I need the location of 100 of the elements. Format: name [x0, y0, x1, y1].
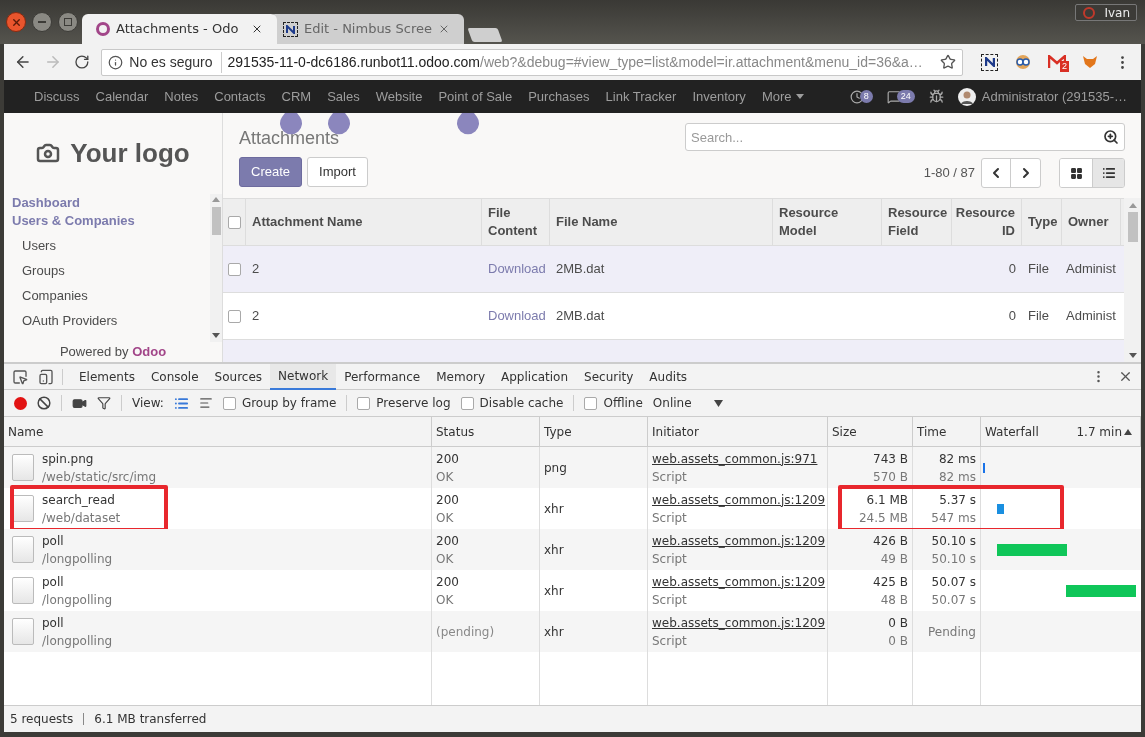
- devtools-tab[interactable]: Memory: [428, 363, 493, 390]
- request-row[interactable]: poll /longpolling (pending) xhr web.assets_common.js:1209 Script 0 B 0 B Pending: [4, 611, 1141, 652]
- more-menu[interactable]: More: [753, 86, 812, 107]
- request-row[interactable]: poll /longpolling 200 OK xhr web.assets_common.js:1209 Script 426 B 49 B 50.10 s 50.10 s: [4, 529, 1141, 570]
- sidebar-section[interactable]: Dashboard: [12, 193, 210, 212]
- initiator-type: Script: [652, 550, 688, 568]
- initiator-type: Script: [652, 632, 688, 650]
- transfer-size: 425 B: [873, 573, 908, 591]
- request-time: 5.37 s: [939, 491, 976, 509]
- download-link[interactable]: Download: [488, 259, 546, 279]
- option-label[interactable]: Group by frame: [241, 394, 337, 412]
- latency: 82 ms: [938, 468, 976, 486]
- import-button[interactable]: Import: [307, 157, 368, 187]
- status-text: OK: [436, 509, 455, 527]
- transfer-size: 0 B: [888, 614, 908, 632]
- browser-tab[interactable]: Attachments - Odo: [82, 14, 277, 44]
- devtools-tab[interactable]: Performance: [336, 363, 429, 390]
- option-label[interactable]: Offline: [603, 394, 643, 412]
- column-header[interactable]: Type: [1022, 199, 1062, 245]
- devtools-tab[interactable]: Security: [576, 363, 642, 390]
- sort-label[interactable]: 1.7 min: [1076, 422, 1132, 441]
- devtools-tab[interactable]: Elements: [71, 363, 143, 390]
- app-menu-item[interactable]: Sales: [319, 86, 368, 107]
- download-link[interactable]: Download: [488, 306, 546, 326]
- column-header[interactable]: Size: [832, 422, 857, 441]
- initiator-link[interactable]: web.assets_common.js:971: [652, 449, 823, 468]
- column-header[interactable]: File Content: [482, 199, 550, 245]
- app-menu-item[interactable]: Website: [367, 86, 431, 107]
- column-header[interactable]: Attachment Name: [246, 199, 482, 245]
- request-name[interactable]: search_read: [42, 490, 121, 509]
- request-type: xhr: [544, 541, 564, 559]
- column-header[interactable]: Status: [436, 422, 475, 441]
- devtools-tab[interactable]: Application: [493, 363, 577, 390]
- column-header[interactable]: Owner: [1062, 199, 1121, 245]
- table-cell-text: 2MB.dat: [556, 260, 605, 279]
- column-header[interactable]: Resource ID: [952, 199, 1022, 245]
- app-menu-item[interactable]: Point of Sale: [430, 86, 521, 107]
- request-name[interactable]: poll: [42, 572, 113, 591]
- devtools-tab[interactable]: Audits: [641, 363, 696, 390]
- security-label[interactable]: No es seguro: [129, 51, 222, 73]
- app-menu-item[interactable]: Contacts: [206, 86, 274, 107]
- latency: 50.07 s: [931, 591, 976, 609]
- throttle-select[interactable]: Online: [652, 394, 723, 412]
- latency: 547 ms: [931, 509, 976, 527]
- initiator-type: Script: [652, 509, 688, 527]
- search-field[interactable]: Search...: [685, 123, 1125, 151]
- company-logo[interactable]: Your logo: [24, 127, 202, 179]
- option-label[interactable]: Disable cache: [479, 394, 564, 412]
- status-code: 200: [436, 491, 460, 509]
- app-menu-item[interactable]: Calendar: [87, 86, 157, 107]
- column-header[interactable]: Resource Field: [882, 199, 952, 245]
- notification-badge: 2: [1060, 61, 1069, 72]
- sidebar-item[interactable]: Companies: [12, 282, 210, 308]
- app-menu-item[interactable]: Purchases: [520, 86, 598, 107]
- sidebar-item[interactable]: Groups: [12, 257, 210, 283]
- table-cell-text: 2: [252, 260, 260, 279]
- profile-button[interactable]: Ivan: [1075, 4, 1137, 21]
- request-name[interactable]: poll: [42, 531, 113, 550]
- initiator-link[interactable]: web.assets_common.js:1209: [652, 490, 823, 509]
- sidebar-section[interactable]: Users & Companies: [12, 211, 210, 230]
- request-name[interactable]: spin.png: [42, 449, 157, 468]
- column-header[interactable]: File Name: [550, 199, 773, 245]
- request-row[interactable]: spin.png /web/static/src/img 200 OK png web.assets_common.js:971 Script 743 B 570 B 82 ms 82 ms: [4, 447, 1141, 488]
- create-button[interactable]: Create: [239, 157, 303, 187]
- sidebar-item[interactable]: OAuth Providers: [12, 307, 210, 333]
- request-name[interactable]: poll: [42, 613, 113, 632]
- devtools-tab[interactable]: Console: [142, 363, 207, 390]
- app-menu-item[interactable]: CRM: [273, 86, 320, 107]
- devtools-tab[interactable]: Network: [270, 363, 337, 390]
- devtools-tab[interactable]: Sources: [206, 363, 271, 390]
- app-menu-item[interactable]: Discuss: [26, 86, 88, 107]
- transfer-size: 426 B: [873, 532, 908, 550]
- column-header[interactable]: Time: [917, 422, 947, 441]
- address-field[interactable]: No es seguro 291535-11-0-dc6186.runbot11.odoo.com/web?&debug=#view_type=list&model=ir.attachment&menu_id=36&a…: [101, 48, 963, 76]
- resource-size: 24.5 MB: [858, 509, 908, 527]
- column-header[interactable]: Waterfall: [985, 422, 1039, 441]
- initiator-link[interactable]: web.assets_common.js:1209: [652, 572, 823, 591]
- column-header[interactable]: Name: [8, 422, 44, 441]
- initiator-link[interactable]: web.assets_common.js:1209: [652, 613, 823, 632]
- request-time: 82 ms: [938, 450, 976, 468]
- table-cell-text: File: [1028, 307, 1049, 326]
- tab-title: Attachments - Odo: [116, 20, 239, 39]
- request-path: /longpolling: [42, 632, 113, 650]
- sidebar-item[interactable]: Users: [12, 232, 210, 258]
- view-label: View:: [132, 395, 164, 412]
- table-cell-text: File: [1028, 260, 1049, 279]
- app-menu-item[interactable]: Inventory: [684, 86, 754, 107]
- option-label[interactable]: Preserve log: [376, 394, 451, 412]
- initiator-link[interactable]: web.assets_common.js:1209: [652, 531, 823, 550]
- user-menu[interactable]: Administrator (291535-…: [957, 86, 1127, 107]
- app-menu-item[interactable]: Link Tracker: [597, 86, 685, 107]
- column-header[interactable]: Initiator: [652, 422, 699, 441]
- status-text: OK: [436, 550, 455, 568]
- latency: 50.10 s: [931, 550, 976, 568]
- column-header[interactable]: Type: [544, 422, 572, 441]
- column-header[interactable]: Resource Model: [773, 199, 882, 245]
- pager-text: 1-80 / 87: [923, 164, 975, 183]
- status-code: 200: [436, 573, 460, 591]
- powered-by-text: Powered by Odoo: [58, 342, 168, 361]
- app-menu-item[interactable]: Notes: [156, 86, 207, 107]
